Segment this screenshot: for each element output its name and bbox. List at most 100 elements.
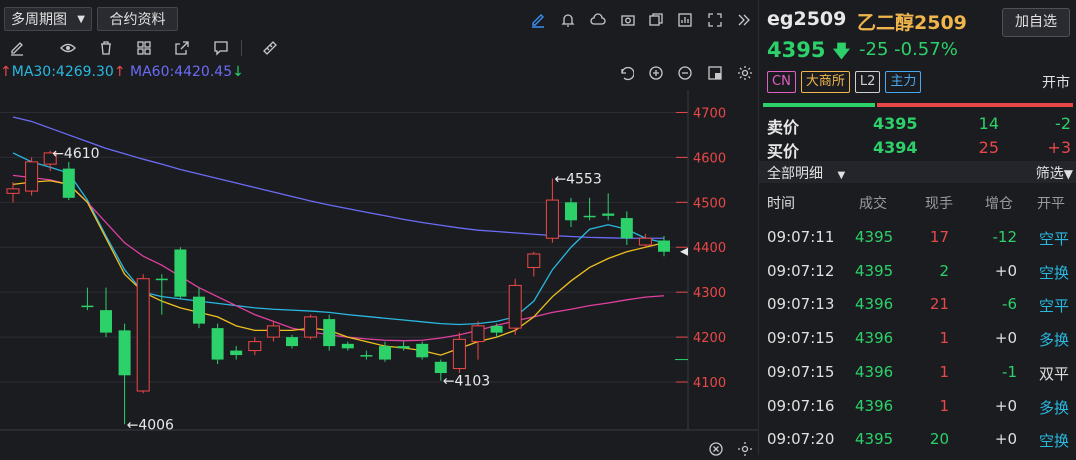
tick-type: 空换 [1038, 432, 1069, 451]
header-oi: 增仓 [985, 196, 1013, 212]
tick-oi-change: +0 [994, 261, 1017, 280]
drawing-toolbar [0, 36, 758, 60]
tick-volume: 2 [939, 261, 949, 280]
tag-l2: L2 [854, 71, 881, 93]
detail-dropdown[interactable]: 全部明细 ▼ [767, 163, 845, 183]
candle-body [266, 325, 280, 338]
candlestick-chart[interactable]: 4700 4600 4500 4400 4300 4200 4100 ←4610 ←4553 ←4… [0, 90, 758, 434]
candle-body [416, 343, 429, 358]
market-status: 开市 [1042, 75, 1070, 91]
tick-volume: 17 [929, 228, 949, 246]
tick-price: 4395 [855, 261, 894, 280]
candle-body [193, 296, 205, 324]
pencil-icon[interactable] [6, 37, 28, 59]
top-toolbar: 多周期图 ▼ 合约资料 [0, 0, 758, 36]
cloud-icon[interactable] [587, 9, 609, 31]
grid-icon[interactable] [133, 37, 155, 59]
comment-icon[interactable] [210, 37, 232, 59]
tick-type: 空平 [1038, 230, 1069, 248]
tick-time: 09:07:20 [767, 430, 835, 449]
bid-price: 4394 [873, 138, 918, 157]
period-dropdown[interactable]: 多周期图 ▼ [4, 7, 92, 31]
candle-body [100, 310, 112, 333]
collapse-right-icon[interactable] [733, 9, 755, 31]
export-icon[interactable] [171, 37, 193, 59]
filter-button[interactable]: 筛选▼ [1036, 163, 1073, 183]
trash-icon[interactable] [95, 37, 117, 59]
tick-type: 空换 [1038, 263, 1069, 282]
caret-down-icon: ▼ [77, 14, 85, 25]
price-change: -25 -0.57% [859, 39, 958, 60]
copy-window-icon[interactable] [645, 9, 667, 31]
layout-icon[interactable] [704, 62, 726, 84]
tick-time: 09:07:15 [767, 362, 835, 381]
last-price-value: 4395 [767, 38, 826, 62]
toolbar-divider [241, 40, 242, 56]
tick-row: 09:07:12 4395 2 +0 空换 [759, 262, 1076, 292]
candle-body [341, 343, 354, 349]
candle-body [527, 253, 541, 268]
candle-body [62, 168, 75, 198]
caret-down-icon: ▼ [837, 170, 846, 181]
tick-row: 09:07:20 4395 20 +0 空换 [759, 430, 1076, 460]
y-tick-label: 4600 [693, 151, 726, 166]
undo-icon[interactable] [615, 62, 637, 84]
camera-icon[interactable] [617, 9, 639, 31]
candle-body [248, 341, 262, 352]
zoom-in-icon[interactable] [645, 62, 667, 84]
ruler-icon[interactable] [259, 37, 281, 59]
eye-icon[interactable] [57, 37, 79, 59]
tick-price: 4396 [855, 396, 894, 415]
tick-price: 4395 [855, 430, 894, 449]
indicator-icon[interactable] [674, 9, 696, 31]
ask-row: 卖价 4395 14 -2 [759, 114, 1076, 138]
bell-icon[interactable] [557, 9, 579, 31]
ma30-value: MA30:4269.30 [11, 64, 114, 80]
tick-row: 09:07:15 4396 1 +0 多换 [759, 329, 1076, 359]
tick-oi-change: +0 [994, 396, 1017, 415]
tag-exchange: 大商所 [800, 71, 850, 93]
draw-pen-icon[interactable] [527, 9, 549, 31]
candle-body [81, 305, 94, 308]
tick-row: 09:07:16 4396 1 +0 多换 [759, 397, 1076, 427]
tick-type: 多换 [1038, 398, 1069, 417]
tick-oi-change: -12 [992, 228, 1018, 246]
chart-labels: 4700 4600 4500 4400 4300 4200 4100 ←4610 ←4553 ←4… [52, 106, 726, 433]
detail-dropdown-label: 全部明细 [767, 166, 823, 182]
header-volume: 现手 [925, 196, 953, 212]
down-arrow-icon: ↓ [232, 64, 244, 80]
fullscreen-icon[interactable] [704, 9, 726, 31]
candle-body [379, 346, 391, 360]
settings-icon[interactable] [734, 62, 756, 84]
tick-volume: 1 [939, 329, 949, 348]
candle-body [471, 325, 485, 343]
settings-icon[interactable] [734, 438, 756, 460]
ask-price: 4395 [873, 114, 918, 133]
price-annotation: ←4610 [52, 146, 99, 162]
tick-time: 09:07:13 [767, 295, 835, 314]
filter-label: 筛选 [1035, 166, 1064, 182]
ask-volume: 14 [978, 114, 999, 133]
close-circle-icon[interactable] [705, 438, 727, 460]
tick-volume: 1 [939, 362, 949, 381]
candle-body [25, 161, 39, 192]
bid-volume: 25 [978, 138, 999, 157]
header-price: 成交 [859, 196, 887, 212]
candle-body [174, 249, 187, 297]
add-watchlist-button[interactable]: 加自选 [1002, 8, 1070, 37]
candle-body [545, 199, 559, 239]
candle-body [397, 346, 410, 349]
ma60-value: MA60:4420.45 [130, 64, 233, 80]
zoom-out-icon[interactable] [674, 62, 696, 84]
chart-panel: 多周期图 ▼ 合约资料 ↑MA30:4269.30↑ MA60:4420.45↓ [0, 0, 758, 456]
candle-body [638, 237, 652, 246]
candle-body [508, 284, 522, 329]
tick-oi-change: -1 [1002, 362, 1017, 381]
contract-info-button[interactable]: 合约资料 [97, 7, 178, 31]
tick-type: 双平 [1038, 364, 1069, 383]
contract-info-label: 合约资料 [109, 12, 166, 28]
candle-body [658, 240, 670, 252]
tick-oi-change: +0 [994, 430, 1017, 449]
price-annotation: ←4103 [443, 374, 490, 390]
tick-price: 4396 [855, 329, 894, 348]
